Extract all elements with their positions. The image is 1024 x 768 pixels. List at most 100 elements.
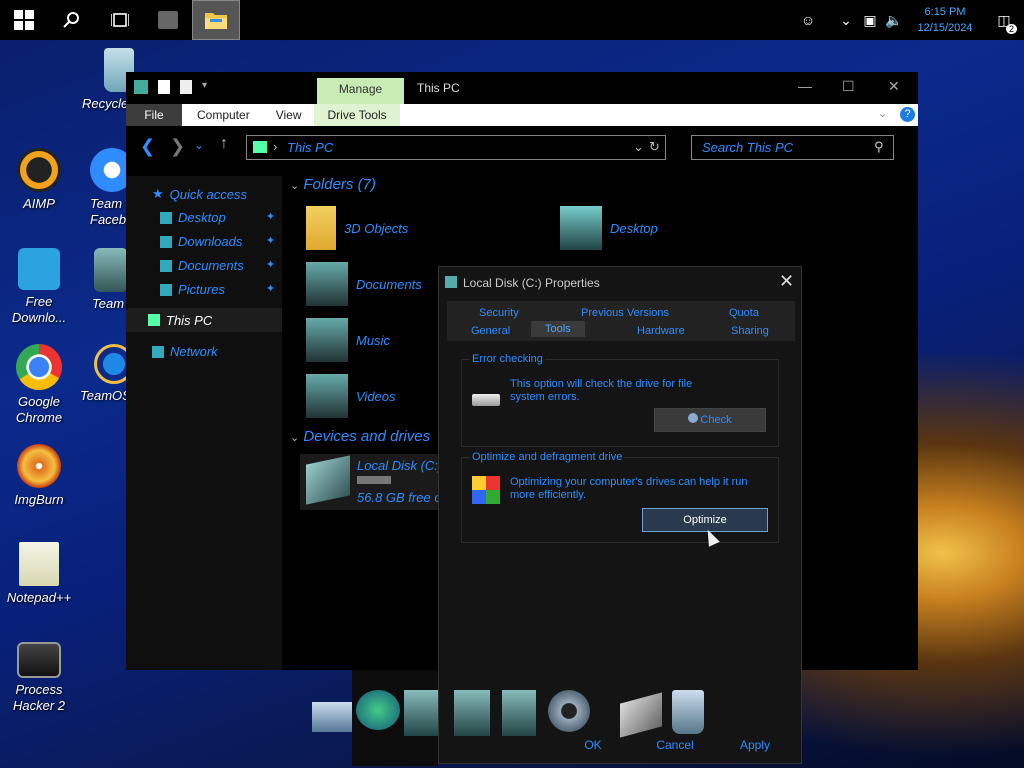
refresh-icon[interactable]: ↻ xyxy=(649,139,660,155)
taskbar-app-pinned[interactable] xyxy=(144,0,192,40)
desktop-folder-icon xyxy=(560,206,602,250)
gear-icon[interactable] xyxy=(548,690,596,740)
recent-locations-icon[interactable]: ⌄ xyxy=(194,138,204,152)
checklist-icon[interactable] xyxy=(158,80,170,94)
hard-drive-icon xyxy=(472,394,500,406)
chevron-up-icon[interactable]: ⌄ xyxy=(834,0,858,40)
optimize-button[interactable]: Optimize xyxy=(642,508,768,532)
gear-icon xyxy=(90,148,128,192)
dock-network-icon[interactable] xyxy=(356,690,404,740)
ribbon-expand-icon[interactable]: ⌄ xyxy=(878,107,887,120)
optimize-text: Optimizing your computer's drives can he… xyxy=(510,476,748,501)
customize-toolbar-icon[interactable]: ▾ xyxy=(202,80,207,94)
tab-general[interactable]: General xyxy=(471,325,510,337)
forward-icon[interactable]: ❯ xyxy=(170,136,185,157)
nav-downloads[interactable]: Downloads xyxy=(160,234,242,249)
people-icon[interactable]: ☺ xyxy=(796,0,820,40)
tab-file[interactable]: File xyxy=(126,104,182,126)
optimize-title: Optimize and defragment drive xyxy=(470,451,625,463)
back-icon[interactable]: ❮ xyxy=(140,136,155,157)
nav-this-pc[interactable]: This PC xyxy=(126,308,282,332)
taskbar-file-explorer[interactable] xyxy=(192,0,240,40)
close-icon[interactable]: ✕ xyxy=(779,271,794,292)
desktop-icon-teamos[interactable]: TeamOS xyxy=(72,344,128,404)
desktop-icon-team-faceb[interactable]: Team Faceb xyxy=(72,148,128,228)
check-button[interactable]: Check xyxy=(654,408,766,432)
clock[interactable]: 6:15 PM 12/15/2024 xyxy=(906,4,984,36)
dock-computer-icon[interactable] xyxy=(312,690,360,740)
nav-documents[interactable]: Documents xyxy=(160,258,244,273)
address-text: This PC xyxy=(287,140,334,155)
tab-hardware[interactable]: Hardware xyxy=(637,325,685,337)
dialog-title: Local Disk (C:) Properties xyxy=(463,276,600,290)
tab-drive-tools[interactable]: Drive Tools xyxy=(314,104,400,126)
task-view-button[interactable] xyxy=(96,0,144,40)
folder-desktop[interactable]: Desktop xyxy=(560,206,658,250)
explorer-titlebar[interactable]: ▾ Manage This PC — ☐ ✕ xyxy=(126,72,918,104)
error-checking-text: This option will check the drive for fil… xyxy=(510,378,693,403)
new-folder-icon[interactable] xyxy=(180,80,192,94)
notification-count: 2 xyxy=(1005,24,1017,34)
tab-manage[interactable]: Manage xyxy=(317,78,404,104)
desktop-icon-imgburn[interactable]: ImgBurn xyxy=(0,444,78,508)
system-tray: ☺ ⌄ ▣ 🔈 6:15 PM 12/15/2024 ◫ 2 xyxy=(796,0,1024,40)
properties-icon[interactable] xyxy=(134,80,148,94)
tab-tools[interactable]: Tools xyxy=(531,321,585,337)
folder-music[interactable]: Music xyxy=(306,318,390,362)
drive-name: Local Disk (C:) xyxy=(357,458,443,473)
up-icon[interactable]: ↑ xyxy=(220,135,228,153)
desktop-icon-google-chrome[interactable]: Google Chrome xyxy=(0,344,78,426)
search-button[interactable] xyxy=(48,0,96,40)
dock-documents-icon[interactable] xyxy=(404,690,452,740)
task-view-icon xyxy=(111,13,129,27)
volume-muted-icon[interactable]: 🔈 xyxy=(882,0,906,40)
tab-computer[interactable]: Computer xyxy=(182,104,263,126)
drive-local-disk-c[interactable]: Local Disk (C:) 56.8 GB free o xyxy=(300,454,450,510)
nav-network[interactable]: Network xyxy=(152,344,218,359)
free-download-icon xyxy=(18,248,60,290)
desktop-icon-team[interactable]: Team xyxy=(72,248,128,312)
tab-security[interactable]: Security xyxy=(479,307,519,319)
drive-icon xyxy=(445,276,457,288)
ribbon-tabs: File Computer View Drive Tools ⌄ ? xyxy=(126,104,918,126)
folders-header[interactable]: ⌄ Folders (7) xyxy=(290,176,376,193)
nav-desktop[interactable]: Desktop xyxy=(160,210,226,225)
devices-header[interactable]: ⌄ Devices and drives xyxy=(290,428,430,445)
folder-documents[interactable]: Documents xyxy=(306,262,422,306)
start-button[interactable] xyxy=(0,0,48,40)
pictures-icon xyxy=(160,283,172,296)
close-icon[interactable]: ✕ xyxy=(888,78,900,95)
dock-media-icon[interactable] xyxy=(454,690,502,740)
tab-sharing[interactable]: Sharing xyxy=(731,325,769,337)
maximize-icon[interactable]: ☐ xyxy=(842,78,855,95)
dock-recycle-bin-icon[interactable] xyxy=(672,690,720,740)
search-placeholder: Search This PC xyxy=(702,140,794,155)
network-icon[interactable]: ▣ xyxy=(858,0,882,40)
folder-videos[interactable]: Videos xyxy=(306,374,396,418)
tab-previous-versions[interactable]: Previous Versions xyxy=(581,307,669,319)
pin-icon: ✦ xyxy=(266,211,276,223)
dock-folder-icon[interactable] xyxy=(502,690,550,740)
3d-objects-icon xyxy=(306,206,336,250)
tab-quota[interactable]: Quota xyxy=(729,307,759,319)
desktop-icon-aimp[interactable]: AIMP xyxy=(0,148,78,212)
address-bar[interactable]: › This PC ⌄ ↻ xyxy=(246,135,666,160)
minimize-icon[interactable]: — xyxy=(798,78,812,94)
tab-view[interactable]: View xyxy=(263,104,315,126)
desktop-icon-notepad-plus[interactable]: Notepad++ xyxy=(0,542,78,606)
defrag-icon xyxy=(472,476,500,504)
desktop-icon-process-hacker[interactable]: Process Hacker 2 xyxy=(0,642,78,714)
desktop-icon-free-download[interactable]: Free Downlo... xyxy=(0,248,78,326)
address-dropdown-icon[interactable]: ⌄ xyxy=(633,139,644,155)
folder-3d-objects[interactable]: 3D Objects xyxy=(306,206,408,250)
documents-folder-icon xyxy=(306,262,348,306)
dock-hard-drive-icon[interactable] xyxy=(620,690,668,740)
network-icon xyxy=(152,345,164,358)
search-box[interactable]: Search This PC ⚲ xyxy=(691,135,894,160)
nav-pictures[interactable]: Pictures xyxy=(160,282,225,297)
desktop-icon xyxy=(160,211,172,224)
help-icon[interactable]: ? xyxy=(900,107,915,122)
apply-button[interactable]: Apply xyxy=(719,733,791,757)
action-center-button[interactable]: ◫ 2 xyxy=(984,0,1024,40)
nav-quick-access[interactable]: ★ Quick access xyxy=(152,186,247,202)
